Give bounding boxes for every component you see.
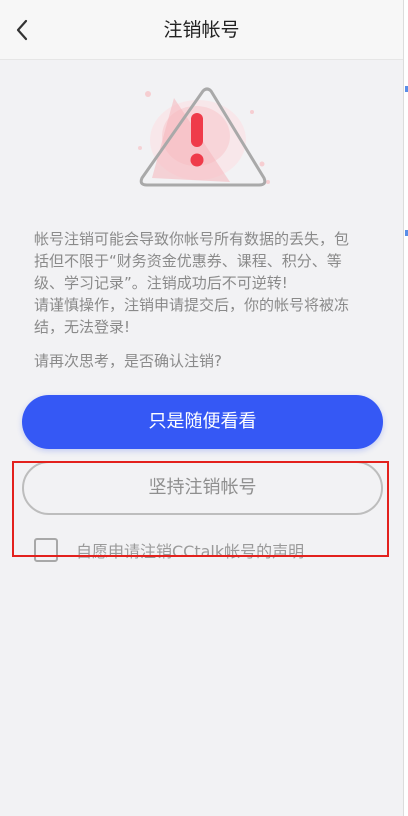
confirm-question: 请再次思考，是否确认注销? bbox=[34, 352, 222, 370]
just-browsing-button[interactable]: 只是随便看看 bbox=[22, 395, 383, 449]
confirm-delete-account-button[interactable]: 坚持注销帐号 bbox=[22, 461, 383, 515]
warning-triangle-icon bbox=[138, 87, 270, 187]
warning-line: 级、学习记录”。注销成功后不可逆转! bbox=[34, 274, 288, 292]
warning-line: 帐号注销可能会导致你帐号所有数据的丢失，包 bbox=[34, 230, 350, 248]
agreement-label[interactable]: 自愿申请注销CCtalk帐号的声明 bbox=[76, 538, 304, 562]
warning-line: 请谨慎操作，注销申请提交后，你的帐号将被冻 bbox=[34, 296, 350, 314]
agreement-checkbox[interactable] bbox=[34, 538, 58, 562]
adjacent-window-edge bbox=[403, 0, 408, 816]
page-title: 注销帐号 bbox=[163, 19, 240, 41]
navigation-bar: 注销帐号 bbox=[0, 0, 403, 60]
app-screen: 注销帐号 帐号注销可能会导致你帐号所有数据的丢失，包 括但不限于“财务资金优惠券… bbox=[0, 0, 403, 816]
warning-line: 结，无法登录! bbox=[34, 318, 131, 336]
warning-message: 帐号注销可能会导致你帐号所有数据的丢失，包 括但不限于“财务资金优惠券、课程、积… bbox=[34, 228, 374, 338]
warning-line: 括但不限于“财务资金优惠券、课程、积分、等 bbox=[34, 252, 342, 270]
agreement-row[interactable]: 自愿申请注销CCtalk帐号的声明 bbox=[34, 534, 304, 566]
warning-illustration bbox=[128, 78, 278, 208]
